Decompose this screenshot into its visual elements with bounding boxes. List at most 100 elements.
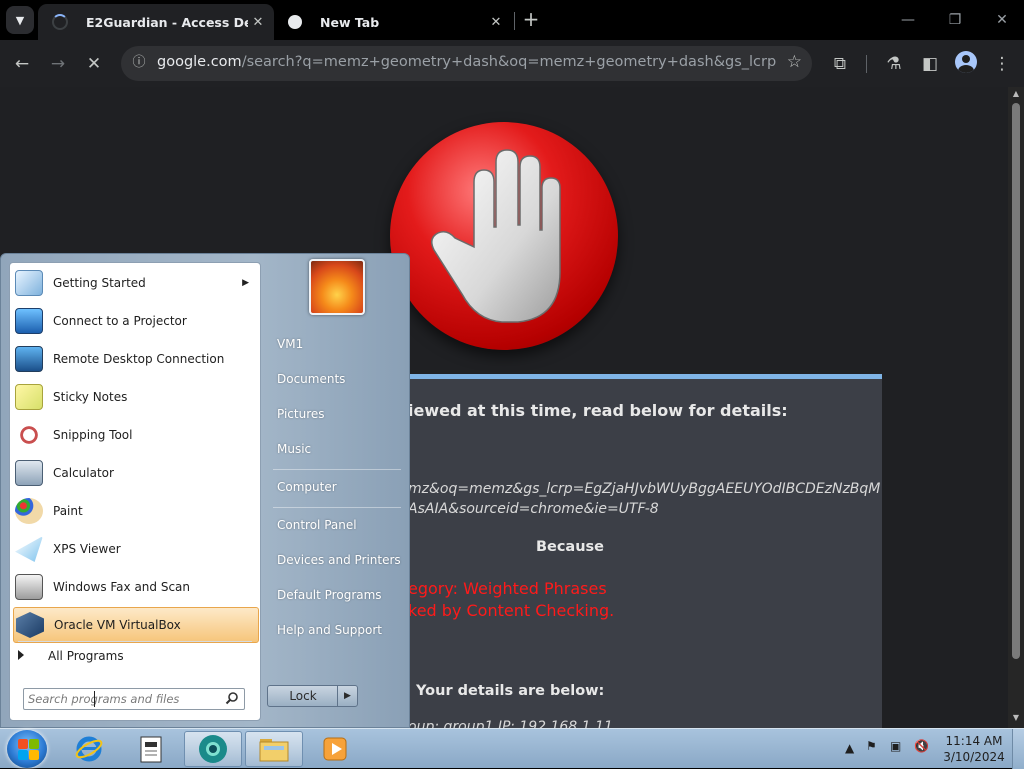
clock-time: 11:14 AM bbox=[945, 734, 1003, 748]
windows-logo-icon bbox=[29, 739, 39, 749]
folder-icon bbox=[259, 739, 289, 762]
loading-spinner-icon bbox=[52, 14, 68, 30]
address-bar[interactable]: ⓘ google.com/search?q=memz+geometry+dash… bbox=[121, 46, 812, 81]
start-right-computer[interactable]: Computer bbox=[277, 480, 337, 494]
program-label: XPS Viewer bbox=[53, 542, 121, 556]
search-icon[interactable] bbox=[225, 691, 239, 705]
program-fax-scan[interactable]: Windows Fax and Scan bbox=[13, 569, 259, 605]
tab-access-denied[interactable]: E2Guardian - Access Denied ✕ bbox=[38, 4, 274, 40]
tab-strip: ▼ E2Guardian - Access Denied ✕ New Tab ✕… bbox=[0, 0, 1024, 40]
submenu-arrow-icon[interactable]: ▶ bbox=[242, 278, 249, 288]
sticky-notes-icon bbox=[13, 381, 45, 413]
windows-logo-icon bbox=[18, 750, 28, 760]
toolbar-divider bbox=[866, 55, 867, 73]
program-label: Oracle VM VirtualBox bbox=[54, 618, 181, 632]
close-tab-icon[interactable]: ✕ bbox=[248, 15, 268, 30]
address-host: google.com bbox=[157, 54, 242, 70]
site-info-icon[interactable]: ⓘ bbox=[128, 52, 150, 74]
restore-button[interactable]: ❐ bbox=[935, 6, 975, 34]
back-arrow-icon[interactable]: ← bbox=[8, 50, 36, 78]
right-pane-divider bbox=[273, 469, 401, 470]
close-tab-icon[interactable]: ✕ bbox=[486, 15, 506, 30]
side-panel-icon[interactable]: ◧ bbox=[916, 50, 944, 78]
shutdown-options-arrow-icon[interactable]: ▶ bbox=[337, 686, 357, 706]
page-scrollbar[interactable]: ▲ ▼ bbox=[1008, 87, 1024, 728]
program-getting-started[interactable]: Getting Started ▶ bbox=[13, 265, 259, 301]
program-label: Snipping Tool bbox=[53, 428, 133, 442]
start-right-default-programs[interactable]: Default Programs bbox=[277, 588, 382, 602]
start-right-devices-printers[interactable]: Devices and Printers bbox=[277, 553, 401, 567]
paint-palette-icon bbox=[13, 495, 45, 527]
document-app-icon bbox=[140, 736, 162, 763]
program-sticky-notes[interactable]: Sticky Notes bbox=[13, 379, 259, 415]
kebab-menu-icon[interactable]: ⋮ bbox=[988, 50, 1016, 78]
bookmark-star-icon[interactable]: ☆ bbox=[787, 52, 802, 72]
stop-loading-icon[interactable]: ✕ bbox=[80, 50, 108, 78]
right-pane-divider bbox=[273, 507, 401, 508]
taskbar-explorer[interactable] bbox=[245, 731, 303, 767]
taskbar-chrome[interactable] bbox=[184, 731, 242, 767]
client-details: oup: group1 IP: 192.168.1.11 bbox=[408, 719, 613, 728]
tab-divider bbox=[514, 12, 515, 30]
block-details-card: iewed at this time, read below for detai… bbox=[404, 374, 882, 728]
block-reason-detail: ked by Content Checking. bbox=[408, 601, 615, 620]
extensions-puzzle-icon[interactable]: ⧉ bbox=[826, 50, 854, 78]
lock-label: Lock bbox=[289, 689, 317, 703]
tab-title: E2Guardian - Access Denied bbox=[86, 14, 248, 30]
tab-search-button[interactable]: ▼ bbox=[6, 6, 34, 34]
clock-date: 3/10/2024 bbox=[943, 750, 1005, 764]
because-label: Because bbox=[535, 539, 604, 555]
scissors-icon bbox=[13, 419, 45, 451]
program-xps-viewer[interactable]: XPS Viewer bbox=[13, 531, 259, 567]
forward-arrow-icon[interactable]: → bbox=[44, 50, 72, 78]
new-tab-button[interactable]: + bbox=[519, 8, 543, 32]
search-placeholder: Search programs and files bbox=[28, 692, 180, 706]
browser-window: ▼ E2Guardian - Access Denied ✕ New Tab ✕… bbox=[0, 0, 1024, 87]
getting-started-icon bbox=[13, 267, 45, 299]
scroll-down-icon[interactable]: ▼ bbox=[1008, 713, 1024, 722]
program-remote-desktop[interactable]: Remote Desktop Connection bbox=[13, 341, 259, 377]
taskbar-notepad[interactable] bbox=[122, 731, 180, 767]
show-desktop-button[interactable] bbox=[1012, 729, 1024, 769]
internet-explorer-icon bbox=[75, 736, 103, 762]
calculator-icon bbox=[13, 457, 45, 489]
blocked-url-line: mz&oq=memz&gs_lcrp=EgZjaHJvbWUyBggAEEUYO… bbox=[408, 481, 881, 497]
globe-icon bbox=[288, 15, 302, 29]
scroll-up-icon[interactable]: ▲ bbox=[1008, 89, 1024, 98]
program-paint[interactable]: Paint bbox=[13, 493, 259, 529]
start-right-control-panel[interactable]: Control Panel bbox=[277, 518, 357, 532]
start-right-music[interactable]: Music bbox=[277, 442, 311, 456]
close-window-button[interactable]: ✕ bbox=[982, 6, 1022, 34]
start-button[interactable] bbox=[7, 730, 47, 768]
browser-toolbar: ← → ✕ ⓘ google.com/search?q=memz+geometr… bbox=[0, 40, 1024, 87]
system-clock[interactable]: 11:14 AM 3/10/2024 bbox=[940, 733, 1008, 765]
start-right-help-support[interactable]: Help and Support bbox=[277, 623, 382, 637]
network-icon[interactable]: ▣ bbox=[890, 739, 901, 753]
volume-muted-icon[interactable]: 🔇 bbox=[914, 739, 929, 753]
profile-avatar-icon[interactable] bbox=[955, 51, 977, 73]
program-snipping-tool[interactable]: Snipping Tool bbox=[13, 417, 259, 453]
action-center-flag-icon[interactable]: ⚑ bbox=[866, 739, 877, 753]
block-reason-category: egory: Weighted Phrases bbox=[408, 579, 607, 598]
start-menu: Getting Started ▶ Connect to a Projector… bbox=[0, 253, 410, 728]
all-programs-button[interactable]: All Programs bbox=[18, 649, 124, 663]
scrollbar-thumb[interactable] bbox=[1012, 103, 1020, 659]
program-connect-projector[interactable]: Connect to a Projector bbox=[13, 303, 259, 339]
taskbar-internet-explorer[interactable] bbox=[60, 731, 118, 767]
program-calculator[interactable]: Calculator bbox=[13, 455, 259, 491]
minimize-button[interactable]: — bbox=[888, 6, 928, 34]
taskbar-media-player[interactable] bbox=[306, 731, 364, 767]
address-url[interactable]: google.com/search?q=memz+geometry+dash&o… bbox=[157, 54, 777, 70]
lock-button[interactable]: Lock ▶ bbox=[267, 685, 358, 707]
program-label: Calculator bbox=[53, 466, 114, 480]
show-hidden-icons-button[interactable]: ▲ bbox=[845, 741, 854, 755]
start-right-documents[interactable]: Documents bbox=[277, 372, 345, 386]
start-right-vm1[interactable]: VM1 bbox=[277, 337, 303, 351]
tab-new-tab[interactable]: New Tab ✕ bbox=[278, 4, 512, 40]
search-input[interactable]: Search programs and files bbox=[23, 688, 245, 710]
start-right-pictures[interactable]: Pictures bbox=[277, 407, 325, 421]
program-virtualbox[interactable]: Oracle VM VirtualBox bbox=[13, 607, 259, 643]
programs-divider bbox=[18, 641, 252, 642]
labs-flask-icon[interactable]: ⚗ bbox=[880, 50, 908, 78]
user-avatar[interactable] bbox=[309, 259, 365, 315]
